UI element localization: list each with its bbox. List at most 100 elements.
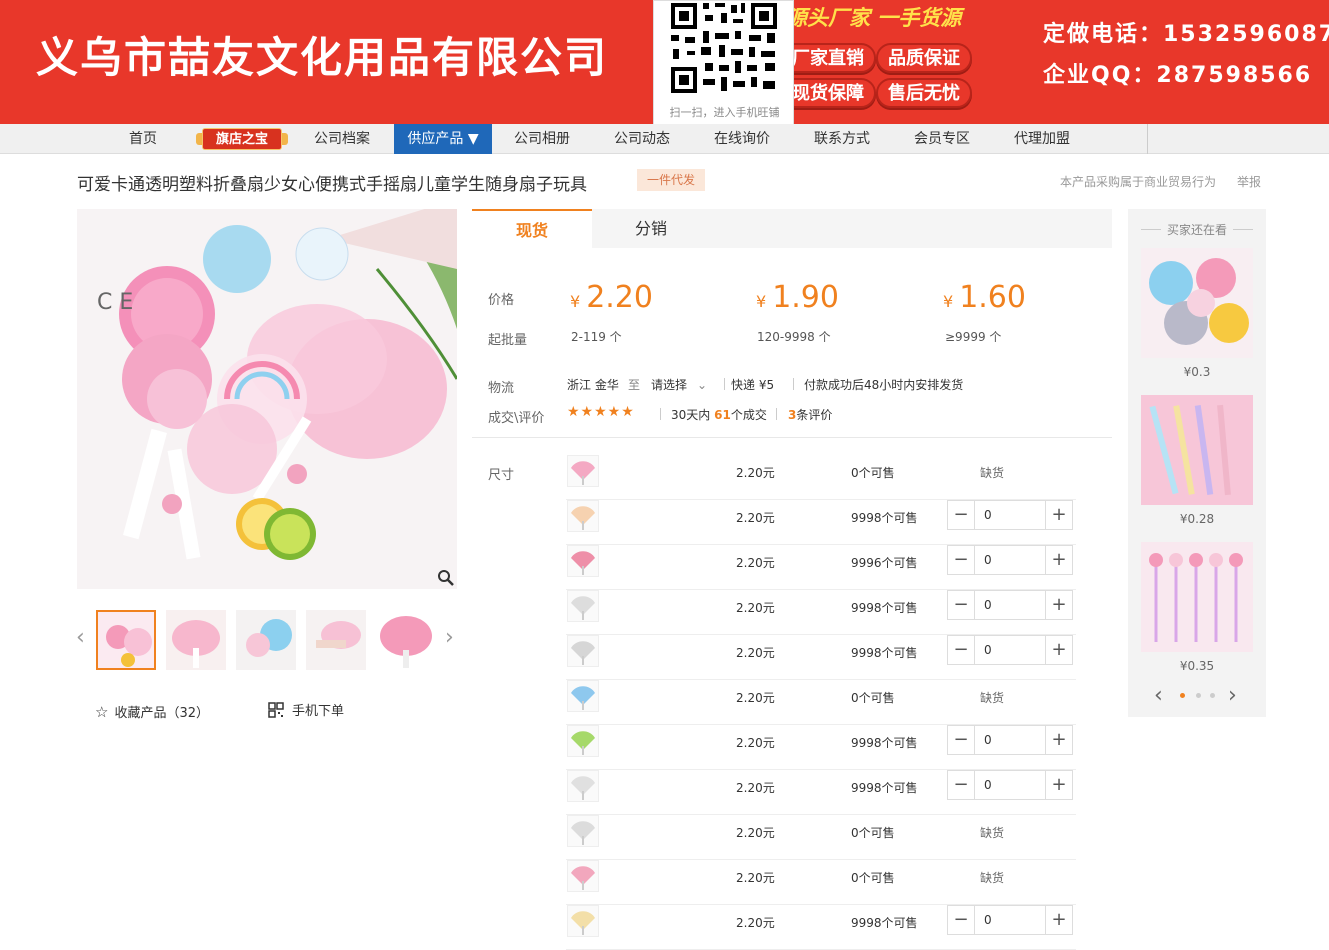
plus-icon[interactable]: + [1046,636,1072,664]
sku-row: 2.20元 9998个可售 −0 + [566,770,1076,815]
plus-icon[interactable]: + [1046,771,1072,799]
related-price-1: ¥0.3 [1183,365,1211,379]
minus-icon[interactable]: − [948,726,974,754]
sku-row: 2.20元 9996个可售 −0 + [566,545,1076,590]
nav-album[interactable]: 公司相册 [500,124,584,154]
qr-code-panel[interactable]: 扫一扫，进入手机旺铺 [653,0,794,128]
nav-home[interactable]: 首页 [112,124,174,154]
qr-small-icon [268,702,284,718]
minus-icon[interactable]: − [948,546,974,574]
plus-icon[interactable]: + [1046,906,1072,934]
sku-thumbnail[interactable] [567,500,599,532]
plus-icon[interactable]: + [1046,501,1072,529]
quantity-input[interactable]: 0 [974,771,1046,799]
nav-company-profile[interactable]: 公司档案 [300,124,384,154]
price-label: 价格 [488,293,515,308]
carousel-dot[interactable] [1210,693,1215,698]
minus-icon[interactable]: − [948,501,974,529]
fan-icon [571,506,595,530]
nav-contact[interactable]: 联系方式 [800,124,884,154]
related-image [1141,248,1253,358]
nav-inquiry[interactable]: 在线询价 [700,124,784,154]
size-label: 尺寸 [488,468,515,483]
quantity-stepper: −0 + [947,725,1073,755]
report-link[interactable]: 举报 [1237,173,1261,190]
sku-thumbnail[interactable] [567,635,599,667]
badge-quality: 品质保证 [876,43,972,73]
thumbnail-1[interactable] [96,610,156,670]
separator [724,378,725,390]
side-prev-arrow-icon[interactable]: ‹ [1154,683,1163,708]
quantity-input[interactable]: 0 [974,546,1046,574]
thumb-prev-arrow-icon[interactable]: ‹ [76,625,85,650]
quantity-stepper: −0 + [947,500,1073,530]
nav-divider [1147,124,1148,154]
currency-symbol: ¥ [570,292,581,311]
sku-stock: 9998个可售 [851,601,918,615]
sku-stock: 0个可售 [851,466,895,480]
sku-thumbnail[interactable] [567,725,599,757]
favorite-button[interactable]: ☆ 收藏产品（32） [95,702,209,721]
quantity-input[interactable]: 0 [974,501,1046,529]
thumbnail-2[interactable] [166,610,226,670]
sku-row: 2.20元 9998个可售 −0 + [566,905,1076,950]
sku-thumbnail[interactable] [567,590,599,622]
minus-icon[interactable]: − [948,906,974,934]
mobile-order-label: 手机下单 [292,704,345,719]
sku-thumbnail[interactable] [567,455,599,487]
product-main-image[interactable]: C E [77,209,457,589]
quantity-input[interactable]: 0 [974,726,1046,754]
sku-price: 2.20元 [736,601,775,615]
sku-thumbnail[interactable] [567,680,599,712]
minus-icon[interactable]: − [948,771,974,799]
quantity-input[interactable]: 0 [974,906,1046,934]
quantity-stepper: −0 + [947,590,1073,620]
price-value: 1.60 [959,280,1026,315]
sku-row: 2.20元 0个可售 缺货 [566,815,1076,860]
review-count[interactable]: 3条评价 [788,406,832,423]
banner-slogan: 源头厂家 一手货源 [786,6,962,30]
out-of-stock-label: 缺货 [980,871,1005,885]
thumb-next-arrow-icon[interactable]: › [445,625,454,650]
minus-icon[interactable]: − [948,636,974,664]
nav-agency[interactable]: 代理加盟 [1000,124,1084,154]
mobile-order-button[interactable]: 手机下单 [268,700,344,719]
side-next-arrow-icon[interactable]: › [1228,683,1237,708]
sku-stock: 9996个可售 [851,556,918,570]
plus-icon[interactable]: + [1046,546,1072,574]
plus-icon[interactable]: + [1046,726,1072,754]
related-product-2[interactable] [1141,395,1253,505]
thumbnail-5[interactable] [376,610,436,670]
plus-icon[interactable]: + [1046,591,1072,619]
nav-news[interactable]: 公司动态 [600,124,684,154]
dropship-tag: 一件代发 [637,169,705,191]
thumbnail-3[interactable] [236,610,296,670]
quantity-input[interactable]: 0 [974,636,1046,664]
sku-thumbnail[interactable] [567,815,599,847]
minus-icon[interactable]: − [948,591,974,619]
separator [660,408,661,420]
nav-products[interactable]: 供应产品 ▼ [394,124,492,154]
nav-members[interactable]: 会员专区 [900,124,984,154]
related-product-3[interactable] [1141,542,1253,652]
carousel-dot-active[interactable] [1180,693,1185,698]
chevron-down-icon: ⌄ [697,378,708,392]
ship-from: 浙江 金华 [567,378,619,392]
out-of-stock-label: 缺货 [980,826,1005,840]
sku-thumbnail[interactable] [567,545,599,577]
carousel-dot[interactable] [1196,693,1201,698]
quantity-input[interactable]: 0 [974,591,1046,619]
shop-treasure-badge[interactable]: 旗店之宝 [196,124,288,154]
destination-select[interactable]: 请选择 ⌄ [651,376,707,393]
tab-distribution[interactable]: 分销 [592,209,710,248]
product-title: 可爱卡通透明塑料折叠扇少女心便携式手摇扇儿童学生随身扇子玩具 [77,175,587,195]
tab-in-stock[interactable]: 现货 [472,209,592,248]
related-product-1[interactable] [1141,248,1253,358]
sku-thumbnail[interactable] [567,905,599,937]
sku-thumbnail[interactable] [567,860,599,892]
zoom-icon[interactable] [437,569,455,587]
thumbnail-4[interactable] [306,610,366,670]
tier-range-2: 120-9998 个 [757,330,831,344]
price-tier-1: ¥2.20 [570,280,653,315]
sku-thumbnail[interactable] [567,770,599,802]
